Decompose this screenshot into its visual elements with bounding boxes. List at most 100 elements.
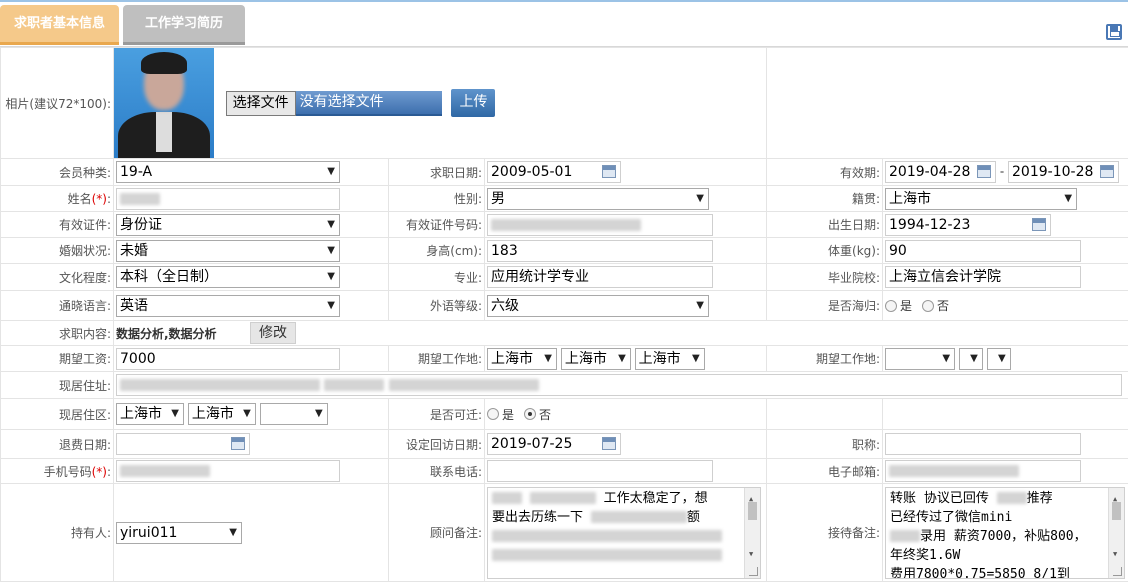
scrollbar[interactable]: ▲ ▼ [744, 487, 760, 578]
work-place-2-label: 期望工作地: [766, 345, 884, 372]
address-field[interactable] [116, 374, 1122, 396]
relocate-yes-label: 是 [502, 407, 515, 422]
chevron-down-icon: ▼ [997, 352, 1006, 364]
label-colon: : [106, 464, 111, 479]
consultant-note-label: 顾问备注: [388, 483, 485, 582]
relocate-no-label: 否 [539, 407, 552, 422]
apply-date-field[interactable]: 2009-05-01 [487, 161, 621, 183]
area-select-1[interactable]: 上海市 ▼ [116, 403, 184, 425]
overseas-no-label: 否 [937, 299, 950, 313]
phone-field[interactable] [487, 460, 713, 482]
gender-label: 性别: [388, 185, 485, 212]
id-type-label: 有效证件: [0, 211, 114, 238]
chevron-down-icon: ▼ [691, 352, 700, 364]
height-field[interactable]: 183 [487, 239, 713, 262]
reception-note-textarea[interactable]: 转账 协议已回传 推荐 已经传过了微信mini 录用 薪资7000，补贴800，… [885, 486, 1126, 579]
overseas-label: 是否海归: [766, 290, 884, 321]
mobile-label: 手机号码 [43, 464, 92, 479]
work-place-select-3[interactable]: 上海市 ▼ [634, 347, 705, 370]
name-field[interactable] [116, 187, 340, 210]
holder-select[interactable]: yirui011 ▼ [116, 521, 242, 544]
salary-field[interactable]: 7000 [116, 347, 340, 370]
salary-label: 期望工资: [0, 345, 114, 372]
relocate-label: 是否可迁: [388, 398, 485, 430]
work-place-select-2[interactable]: 上海市 ▼ [560, 347, 631, 370]
calendar-icon [1032, 217, 1047, 231]
area-select-2[interactable]: 上海市 ▼ [187, 403, 256, 425]
scrollbar[interactable]: ▲ ▼ [1108, 487, 1125, 578]
work-place-2-select-2[interactable]: ▼ [958, 347, 983, 370]
work-place-label: 期望工作地: [388, 345, 485, 372]
consultant-note-textarea[interactable]: 工作太稳定了，想 要出去历练一下 额 ▲ ▼ [487, 486, 761, 579]
relocate-yes-radio[interactable] [487, 408, 499, 420]
language-level-label: 外语等级: [388, 290, 485, 321]
choose-file-button[interactable]: 选择文件 [225, 90, 296, 116]
callback-date-field[interactable]: 2019-07-25 [487, 433, 621, 455]
chevron-down-icon: ▼ [314, 408, 323, 419]
birth-date-field[interactable]: 1994-12-23 [885, 213, 1052, 236]
native-place-select[interactable]: 上海市 ▼ [885, 187, 1078, 210]
save-icon[interactable] [1106, 24, 1122, 40]
calendar-icon [602, 165, 616, 178]
chevron-down-icon: ▼ [327, 166, 335, 177]
language-label: 通晓语言: [0, 290, 114, 321]
tab-basic-info[interactable]: 求职者基本信息 [0, 5, 119, 45]
resize-grip-icon [1113, 566, 1123, 576]
major-label: 专业: [388, 263, 485, 291]
modify-button[interactable]: 修改 [250, 322, 296, 344]
chevron-down-icon: ▼ [696, 192, 704, 204]
reception-note-label: 接待备注: [766, 483, 884, 582]
major-field[interactable]: 应用统计学专业 [487, 266, 713, 288]
chevron-down-icon: ▼ [327, 299, 335, 311]
job-title-field[interactable] [885, 433, 1082, 455]
overseas-no-radio[interactable] [922, 299, 935, 312]
holder-label: 持有人: [0, 483, 114, 582]
file-name-display: 没有选择文件 [295, 90, 442, 116]
chevron-down-icon: ▼ [544, 352, 552, 364]
tab-work-history[interactable]: 工作学习简历 [123, 5, 245, 45]
work-place-2-select-3[interactable]: ▼ [986, 347, 1011, 370]
education-select[interactable]: 本科（全日制） ▼ [116, 266, 340, 288]
upload-button[interactable]: 上传 [451, 89, 496, 117]
language-level-select[interactable]: 六级 ▼ [487, 294, 709, 317]
calendar-icon [977, 165, 992, 178]
overseas-yes-label: 是 [900, 299, 913, 313]
avatar [114, 48, 214, 158]
weight-field[interactable]: 90 [885, 239, 1082, 262]
marital-select[interactable]: 未婚 ▼ [116, 239, 340, 262]
valid-from-field[interactable]: 2019-04-28 [885, 161, 997, 183]
chevron-down-icon: ▼ [618, 352, 626, 364]
overseas-yes-radio[interactable] [885, 299, 898, 312]
chevron-down-icon: ▼ [243, 408, 251, 419]
calendar-icon [231, 437, 245, 450]
marital-label: 婚姻状况: [0, 237, 114, 264]
chevron-down-icon: ▼ [327, 218, 335, 230]
id-type-select[interactable]: 身份证 ▼ [116, 213, 340, 236]
callback-date-label: 设定回访日期: [388, 429, 485, 459]
work-place-2-select-1[interactable]: ▼ [885, 347, 956, 370]
photo-label: 相片(建议72*100): [0, 47, 114, 159]
chevron-down-icon: ▼ [942, 352, 951, 364]
valid-to-field[interactable]: 2019-10-28 [1008, 161, 1120, 183]
resize-grip-icon [749, 566, 758, 576]
relocate-no-radio[interactable] [524, 408, 537, 420]
chevron-down-icon: ▼ [327, 271, 335, 282]
height-label: 身高(cm): [388, 237, 485, 264]
label-colon: : [106, 192, 111, 206]
refund-date-label: 退费日期: [0, 429, 114, 459]
gender-select[interactable]: 男 ▼ [487, 187, 709, 210]
refund-date-field[interactable] [116, 433, 250, 455]
id-number-field[interactable] [487, 213, 713, 236]
language-select[interactable]: 英语 ▼ [116, 294, 340, 317]
school-field[interactable]: 上海立信会计学院 [885, 266, 1082, 288]
mobile-field[interactable] [116, 460, 340, 482]
education-label: 文化程度: [0, 263, 114, 291]
name-label: 姓名 [67, 192, 92, 206]
member-type-label: 会员种类: [0, 158, 114, 186]
work-place-select-1[interactable]: 上海市 ▼ [487, 347, 557, 370]
email-field[interactable] [885, 460, 1082, 482]
member-type-select[interactable]: 19-A ▼ [116, 161, 340, 183]
chevron-down-icon: ▼ [696, 299, 704, 311]
area-select-3[interactable]: ▼ [259, 403, 328, 425]
tab-bar: 求职者基本信息 工作学习简历 [0, 3, 1128, 47]
